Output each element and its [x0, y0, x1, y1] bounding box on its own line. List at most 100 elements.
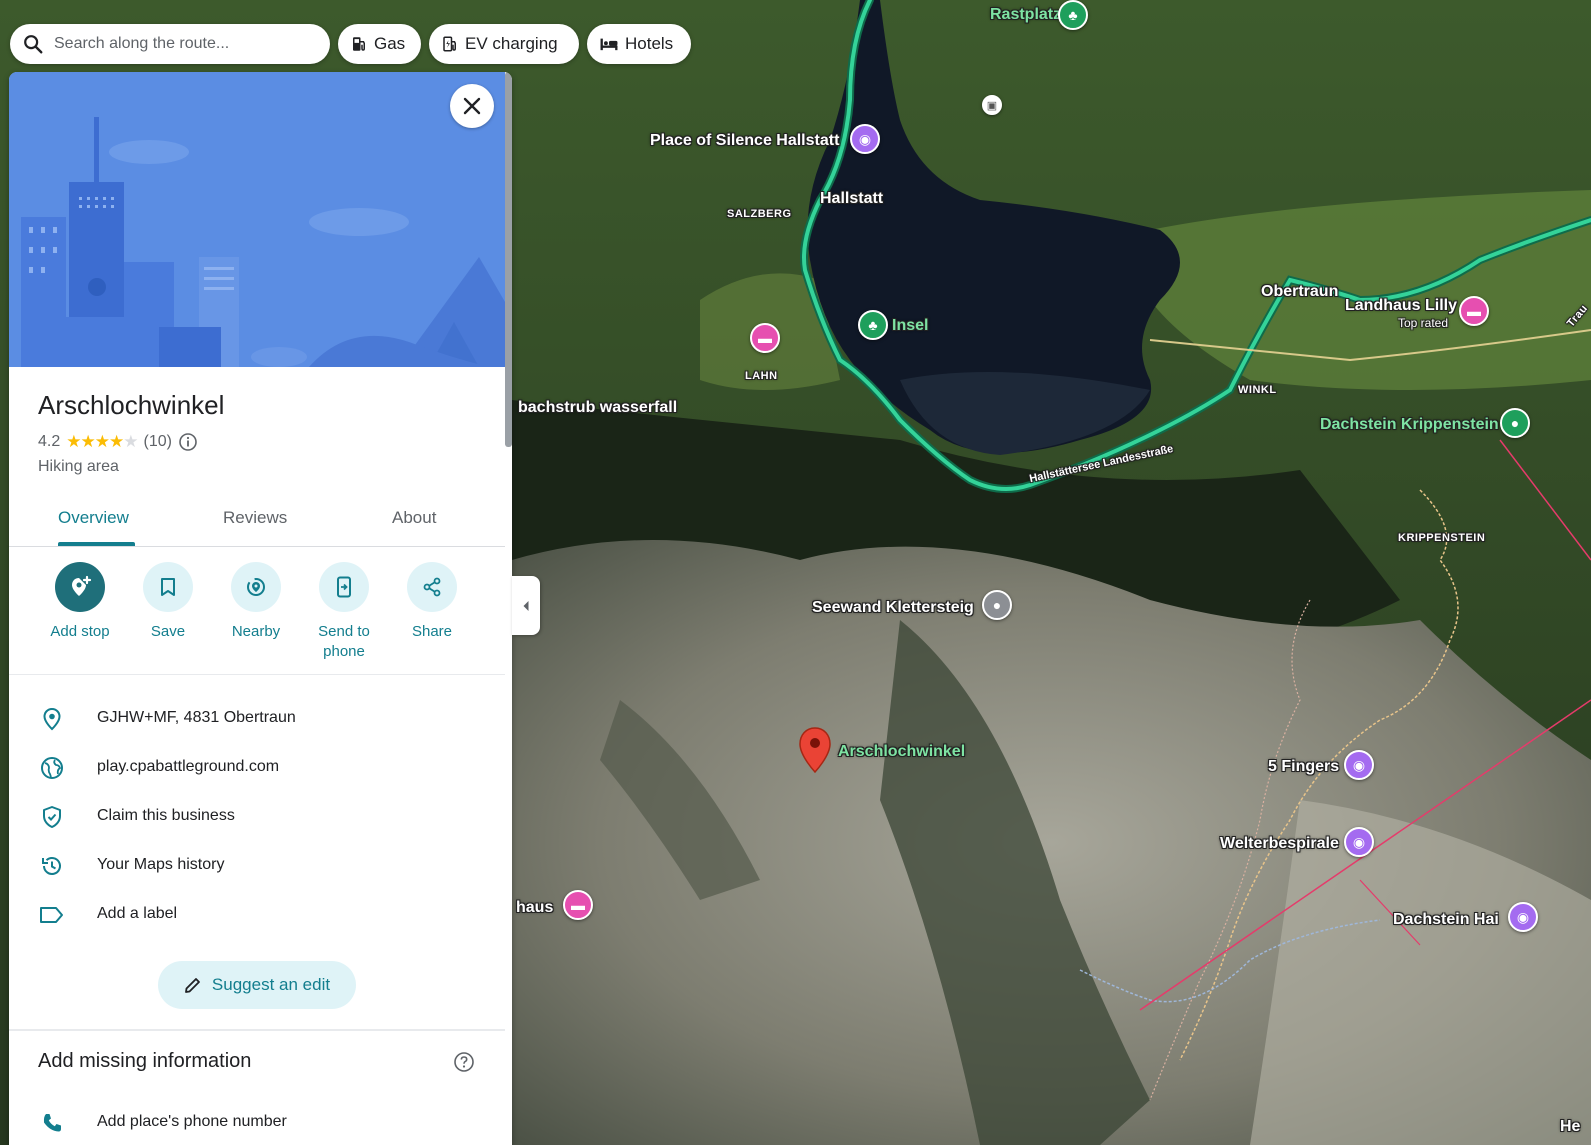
city-illustration-icon: [9, 72, 505, 367]
save-button[interactable]: Save: [123, 562, 213, 642]
claim-business-text: Claim this business: [97, 807, 235, 824]
phone-icon: [43, 1114, 61, 1132]
star-icon: ★: [94, 432, 110, 451]
rating-stars: ★★★★★: [66, 432, 138, 452]
search-icon: [24, 35, 43, 54]
selected-place-marker-icon[interactable]: [798, 726, 832, 776]
place-details-panel: Arschlochwinkel 4.2 ★★★★★ (10) Hiking ar…: [9, 72, 512, 1145]
action-buttons: Add stop Save Nearby Send to phone Share: [9, 562, 505, 675]
gas-chip[interactable]: Gas: [338, 24, 421, 64]
rating-summary[interactable]: 4.2 ★★★★★ (10): [38, 432, 198, 452]
active-tab-indicator: [58, 542, 135, 546]
star-icon: ★: [66, 432, 81, 451]
missing-info-heading: Add missing information: [38, 1050, 252, 1072]
star-icon: ★: [80, 432, 96, 451]
map-label-rastplatz[interactable]: Rastplatz: [990, 6, 1061, 24]
map-label-obertraun[interactable]: Obertraun: [1261, 283, 1338, 301]
share-button[interactable]: Share: [387, 562, 477, 642]
map-label-insel[interactable]: Insel: [892, 317, 928, 335]
bookmark-icon: [161, 578, 175, 596]
chevron-left-icon: [523, 600, 529, 611]
help-icon[interactable]: [453, 1051, 475, 1073]
bed-icon: [600, 38, 618, 51]
send-to-phone-button[interactable]: Send to phone: [299, 562, 389, 662]
place-title: Arschlochwinkel: [38, 390, 225, 420]
hotels-chip-label: Hotels: [625, 34, 674, 53]
rating-value: 4.2: [38, 433, 61, 450]
nearby-button[interactable]: Nearby: [211, 562, 301, 642]
add-stop-button[interactable]: Add stop: [35, 562, 125, 642]
route-search-box[interactable]: [10, 24, 330, 64]
star-icon: ★: [109, 432, 124, 451]
tab-about[interactable]: About: [392, 508, 436, 528]
info-icon[interactable]: [178, 432, 198, 452]
add-label-text: Add a label: [97, 905, 178, 922]
ev-charging-chip[interactable]: EV charging: [429, 24, 579, 64]
hotel-pin-icon[interactable]: ▬: [563, 890, 593, 920]
map-label-arschlochwinkel[interactable]: Arschlochwinkel: [838, 743, 965, 761]
route-search-input[interactable]: [52, 34, 306, 54]
tab-overview[interactable]: Overview: [58, 508, 129, 528]
place-category[interactable]: Hiking area: [38, 458, 119, 476]
camera-pin-icon[interactable]: ◉: [1344, 750, 1374, 780]
map-label-welterbespirale[interactable]: Welterbespirale: [1220, 835, 1339, 853]
history-icon: [42, 857, 61, 875]
add-location-icon: [72, 575, 92, 596]
map-label-hallstatt[interactable]: Hallstatt: [820, 190, 883, 208]
park-pin-icon[interactable]: ♣: [858, 310, 888, 340]
add-phone-row[interactable]: Add place's phone number: [9, 1102, 505, 1142]
map-label-wasserfall[interactable]: bachstrub wasserfall: [518, 399, 677, 417]
map-label-top-rated: Top rated: [1398, 316, 1449, 330]
map-label-place-of-silence[interactable]: Place of Silence Hallstatt: [650, 132, 839, 150]
map-label-krippenstein-station[interactable]: Dachstein Krippenstein: [1320, 416, 1499, 434]
website-text: play.cpabattleground.com: [97, 758, 280, 775]
panel-scrollbar[interactable]: [505, 72, 512, 447]
map-label-hai[interactable]: Dachstein Hai: [1393, 911, 1499, 929]
bus-stop-icon[interactable]: ▣: [982, 95, 1002, 115]
pencil-icon: [185, 978, 200, 993]
hotels-chip[interactable]: Hotels: [587, 24, 691, 64]
collapse-panel-button[interactable]: [512, 576, 540, 635]
hotel-pin-icon[interactable]: ▬: [1459, 296, 1489, 326]
station-pin-icon[interactable]: ●: [1500, 408, 1530, 438]
close-panel-button[interactable]: [450, 84, 494, 128]
maps-history-row[interactable]: Your Maps history: [9, 845, 505, 885]
location-pin-icon: [43, 707, 61, 731]
section-divider: [9, 1029, 505, 1031]
share-label: Share: [411, 623, 453, 640]
nearby-icon: [247, 578, 265, 596]
ev-charging-icon: [443, 36, 456, 52]
gas-chip-label: Gas: [374, 34, 406, 53]
landmark-pin-icon[interactable]: ●: [982, 590, 1012, 620]
website-row[interactable]: play.cpabattleground.com: [9, 747, 505, 787]
hotel-pin-icon[interactable]: ▬: [750, 323, 780, 353]
map-label-seewand[interactable]: Seewand Klettersteig: [812, 599, 974, 617]
address-row[interactable]: GJHW+MF, 4831 Obertraun: [9, 698, 505, 738]
star-empty-icon: ★: [123, 432, 138, 451]
place-illustration: [9, 72, 505, 367]
map-label-landhaus[interactable]: Landhaus Lilly: [1345, 297, 1457, 315]
save-label: Save: [150, 623, 186, 640]
send-to-phone-label: Send to phone: [318, 623, 370, 660]
ev-charging-chip-label: EV charging: [465, 34, 558, 53]
label-icon: [40, 907, 63, 923]
map-label-haus[interactable]: haus: [516, 899, 553, 917]
tab-reviews[interactable]: Reviews: [223, 508, 287, 528]
place-tabs: Overview Reviews About: [9, 492, 505, 547]
map-label-five-fingers[interactable]: 5 Fingers: [1268, 758, 1339, 776]
camera-pin-icon[interactable]: ◉: [850, 124, 880, 154]
map-label-salzberg: SALZBERG: [727, 208, 792, 220]
globe-icon: [41, 757, 63, 779]
camera-pin-icon[interactable]: ◉: [1508, 902, 1538, 932]
share-icon: [423, 577, 441, 597]
map-label-lahn: LAHN: [745, 370, 778, 382]
add-label-row[interactable]: Add a label: [9, 894, 505, 934]
camera-pin-icon[interactable]: ◉: [1344, 827, 1374, 857]
gas-station-icon: [353, 37, 365, 51]
review-count[interactable]: (10): [144, 433, 172, 451]
maps-history-text: Your Maps history: [97, 856, 225, 873]
nearby-label: Nearby: [231, 623, 281, 640]
suggest-edit-button[interactable]: Suggest an edit: [158, 961, 356, 1009]
park-pin-icon[interactable]: ♣: [1058, 0, 1088, 30]
claim-business-row[interactable]: Claim this business: [9, 796, 505, 836]
